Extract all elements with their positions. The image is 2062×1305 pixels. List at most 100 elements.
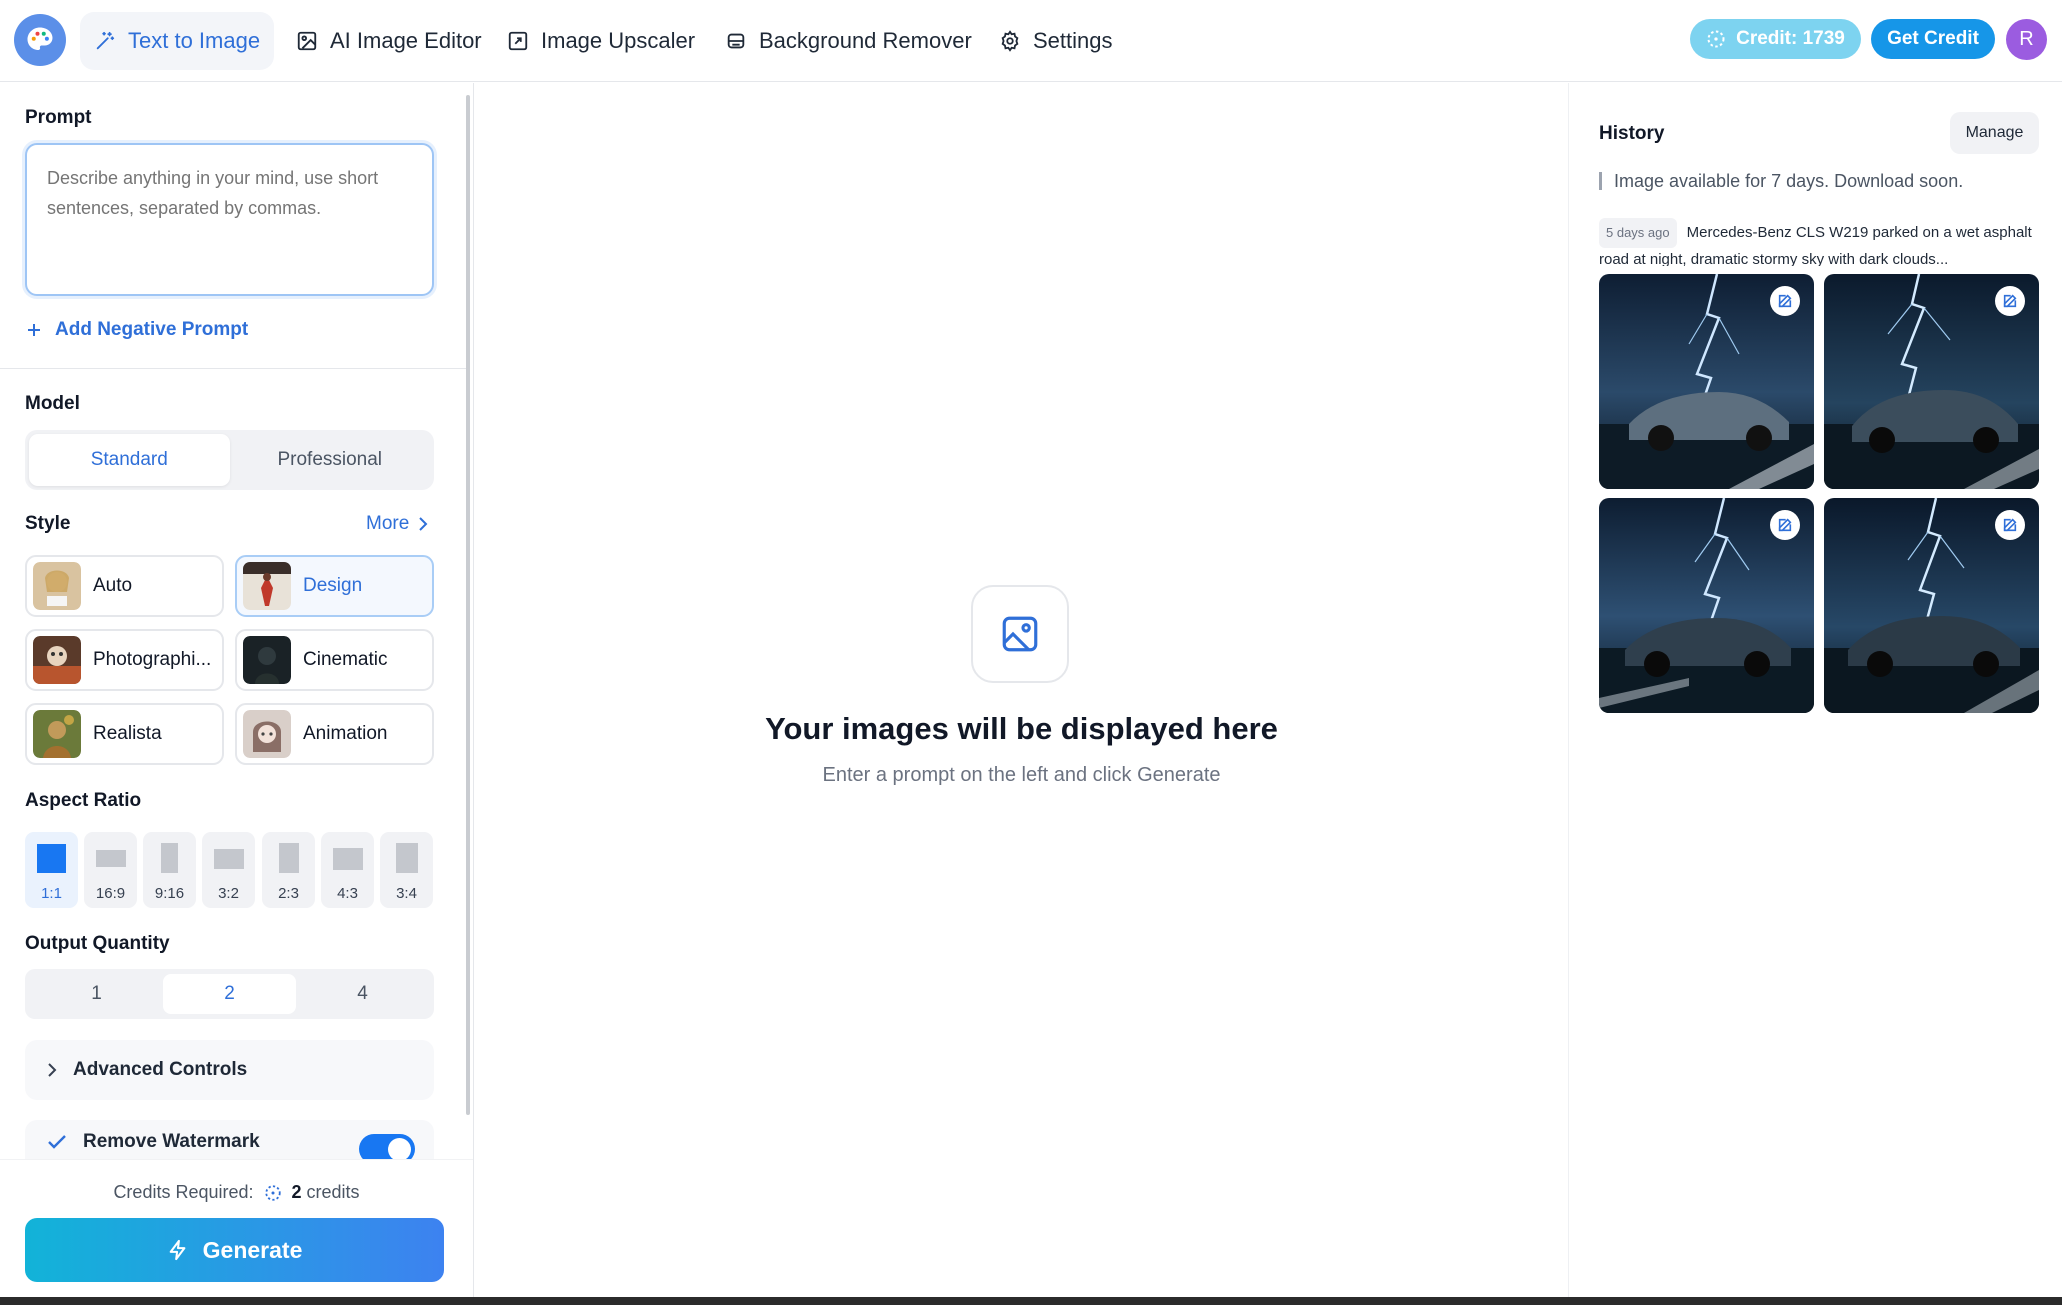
avatar[interactable]: R xyxy=(2006,19,2047,60)
canvas-area: Your images will be displayed here Enter… xyxy=(475,83,1568,1297)
upscale-icon xyxy=(508,31,528,51)
nav-text-to-image[interactable]: Text to Image xyxy=(80,12,275,70)
empty-state-subtitle: Enter a prompt on the left and click Gen… xyxy=(822,764,1221,786)
history-image[interactable] xyxy=(1599,274,1814,489)
empty-state-title: Your images will be displayed here xyxy=(765,711,1278,746)
remove-watermark-label: Remove Watermark xyxy=(83,1131,260,1152)
style-label-text: Animation xyxy=(303,723,388,744)
more-label: More xyxy=(366,513,410,534)
generate-button[interactable]: Generate xyxy=(25,1218,444,1282)
aspect-option-3-4[interactable]: 3:4 xyxy=(380,832,433,908)
aspect-option-label: 16:9 xyxy=(95,885,126,902)
divider xyxy=(0,368,466,369)
credits-required-value: 2 xyxy=(291,1182,302,1202)
nav-background-remover[interactable]: Background Remover xyxy=(711,12,986,70)
nav-label: Text to Image xyxy=(128,28,261,53)
history-image[interactable] xyxy=(1824,274,2039,489)
style-card-animation[interactable]: Animation xyxy=(235,703,434,765)
style-label-text: Auto xyxy=(93,575,133,596)
style-label-text: Design xyxy=(303,575,363,596)
ratio-16-9-icon xyxy=(95,850,126,867)
aspect-option-16-9[interactable]: 16:9 xyxy=(84,832,137,908)
nav-label: Settings xyxy=(1033,28,1113,53)
ratio-3-4-icon xyxy=(395,843,418,873)
top-bar: Text to Image AI Image Editor Image Upsc… xyxy=(0,0,2062,82)
quantity-selector: 1 2 4 xyxy=(25,969,434,1019)
style-label: Style xyxy=(25,513,71,534)
aspect-option-label: 3:4 xyxy=(396,885,417,902)
magic-wand-icon xyxy=(96,31,115,50)
advanced-controls-toggle[interactable]: Advanced Controls xyxy=(25,1040,434,1100)
image-edit-icon xyxy=(297,31,317,51)
style-card-auto[interactable]: Auto xyxy=(25,555,224,617)
nav-image-upscaler[interactable]: Image Upscaler xyxy=(493,12,709,70)
style-thumbnail xyxy=(243,710,291,758)
style-card-realista[interactable]: Realista xyxy=(25,703,224,765)
quantity-option-1[interactable]: 1 xyxy=(30,974,163,1014)
generate-label: Generate xyxy=(202,1236,303,1263)
panel-scrollbar[interactable] xyxy=(465,87,471,1157)
history-panel: History Manage Image available for 7 day… xyxy=(1568,83,2062,1297)
quantity-option-2[interactable]: 2 xyxy=(163,974,296,1014)
nav-ai-image-editor[interactable]: AI Image Editor xyxy=(282,12,496,70)
ratio-3-2-icon xyxy=(213,849,244,869)
ratio-4-3-icon xyxy=(332,848,363,870)
ratio-1-1-icon xyxy=(37,844,66,873)
credits-required: Credits Required: 2 credits xyxy=(0,1182,473,1203)
history-image[interactable] xyxy=(1824,498,2039,713)
style-thumbnail xyxy=(33,710,81,758)
style-card-cinematic[interactable]: Cinematic xyxy=(235,629,434,691)
credit-balance[interactable]: Credit: 1739 xyxy=(1690,19,1861,59)
ratio-2-3-icon xyxy=(278,843,299,873)
generate-footer: Credits Required: 2 credits Generate xyxy=(0,1159,473,1297)
style-label-text: Realista xyxy=(93,723,162,744)
toggle-knob xyxy=(388,1138,411,1161)
aspect-ratio-label: Aspect Ratio xyxy=(25,790,142,811)
aspect-option-3-2[interactable]: 3:2 xyxy=(202,832,255,908)
style-thumbnail xyxy=(243,636,291,684)
style-card-design[interactable]: Design xyxy=(235,555,434,617)
quantity-option-4[interactable]: 4 xyxy=(296,974,429,1014)
ratio-9-16-icon xyxy=(161,843,178,873)
scrollbar-thumb[interactable] xyxy=(466,95,470,1115)
manage-button[interactable]: Manage xyxy=(1950,112,2039,154)
image-placeholder-icon xyxy=(1002,616,1038,652)
edit-image-button[interactable] xyxy=(1995,510,2025,540)
add-negative-prompt-button[interactable]: Add Negative Prompt xyxy=(27,319,248,341)
edit-icon xyxy=(2003,294,2017,308)
credits-required-label: Credits Required: xyxy=(113,1182,254,1202)
aspect-option-label: 4:3 xyxy=(337,885,358,902)
nav-settings[interactable]: Settings xyxy=(985,12,1127,70)
edit-image-button[interactable] xyxy=(1995,286,2025,316)
aspect-option-1-1[interactable]: 1:1 xyxy=(25,832,78,908)
history-entry-header: 5 days ago Mercedes-Benz CLS W219 parked … xyxy=(1599,218,2039,266)
aspect-option-label: 2:3 xyxy=(278,885,299,902)
aspect-option-9-16[interactable]: 9:16 xyxy=(143,832,196,908)
aspect-option-label: 9:16 xyxy=(154,885,185,902)
model-selector: Standard Professional xyxy=(25,430,434,490)
app-logo[interactable] xyxy=(14,14,66,66)
style-more-link[interactable]: More xyxy=(366,513,429,535)
model-option-standard[interactable]: Standard xyxy=(29,434,230,486)
edit-icon xyxy=(2003,518,2017,532)
model-option-professional[interactable]: Professional xyxy=(230,434,431,486)
aspect-option-label: 1:1 xyxy=(41,885,62,902)
style-thumbnail xyxy=(33,562,81,610)
credits-unit: credits xyxy=(306,1182,360,1202)
nav-label: Image Upscaler xyxy=(541,28,696,53)
nav-label: Background Remover xyxy=(759,28,972,53)
prompt-input[interactable] xyxy=(25,143,434,296)
aspect-option-4-3[interactable]: 4:3 xyxy=(321,832,374,908)
edit-image-button[interactable] xyxy=(1770,510,1800,540)
edit-icon xyxy=(1778,294,1792,308)
prompt-label: Prompt xyxy=(25,107,92,128)
nav-label: AI Image Editor xyxy=(330,28,482,53)
history-image[interactable] xyxy=(1599,498,1814,713)
window-bottom-edge xyxy=(0,1297,2062,1305)
lightning-icon xyxy=(169,1239,186,1261)
edit-image-button[interactable] xyxy=(1770,286,1800,316)
style-card-photographic[interactable]: Photographi... xyxy=(25,629,224,691)
eraser-icon xyxy=(727,33,745,49)
aspect-option-2-3[interactable]: 2:3 xyxy=(262,832,315,908)
get-credit-button[interactable]: Get Credit xyxy=(1871,19,1995,59)
